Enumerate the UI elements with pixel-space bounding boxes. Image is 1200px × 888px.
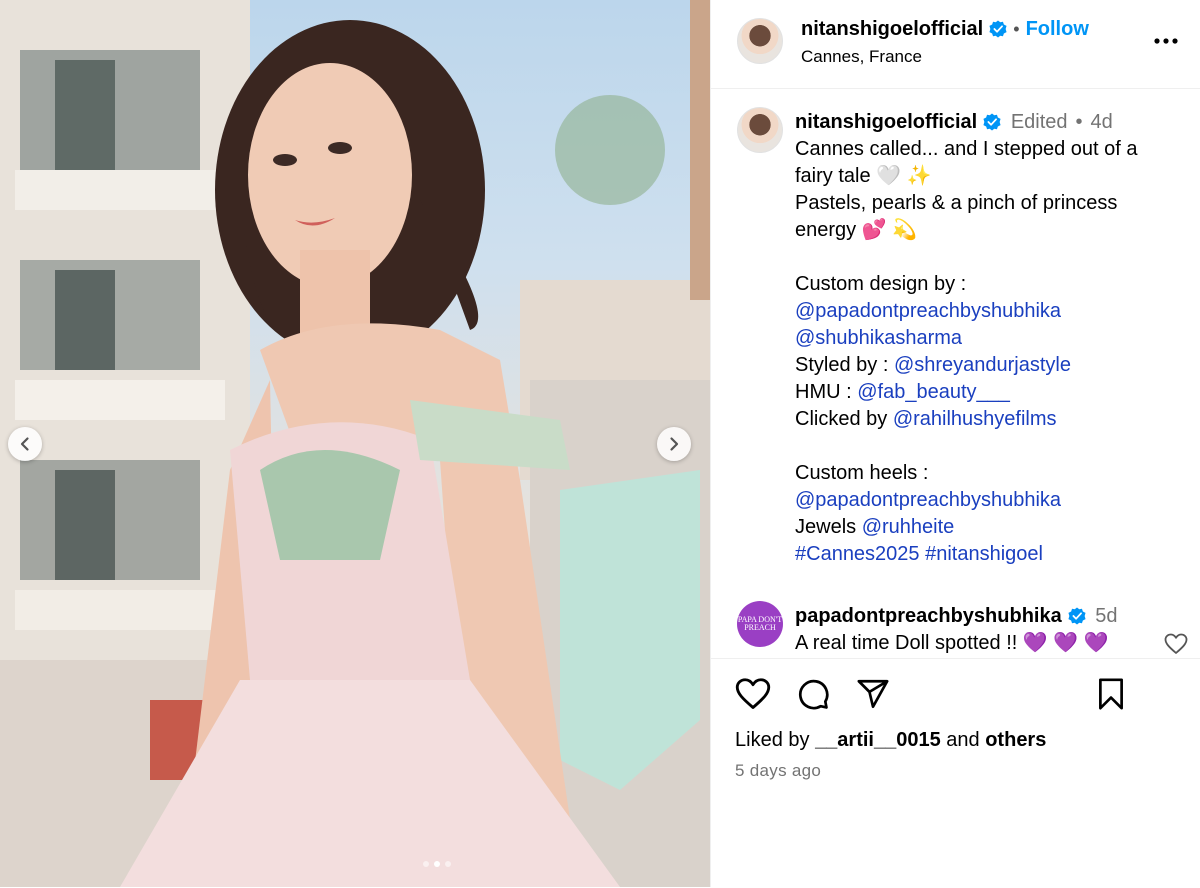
commenter-avatar-logo: PAPA DON'T PREACH	[737, 615, 783, 632]
liked-by-prefix: Liked by	[735, 729, 816, 751]
caption-mention-link[interactable]: @rahilhushyefilms	[893, 408, 1057, 430]
caption-credit-label: Jewels	[795, 516, 862, 538]
caption-credit-line: Jewels @ruhheite	[795, 514, 1175, 541]
caption-separator: •	[1075, 111, 1083, 133]
carousel-indicator	[423, 861, 451, 867]
follow-button[interactable]: Follow	[1026, 18, 1089, 40]
chevron-left-icon	[20, 437, 29, 451]
share-icon[interactable]	[855, 677, 891, 711]
caption-body: nitanshigoelofficial Edited • 4d Cannes ca…	[795, 109, 1175, 568]
caption-link-line: #Cannes2025 #nitanshigoel	[795, 541, 1175, 568]
comment: papadontpreachbyshubhika 5d A real time …	[795, 603, 1175, 657]
caption-header: nitanshigoelofficial Edited • 4d	[795, 109, 1175, 136]
post-location[interactable]: Cannes, France	[801, 47, 922, 67]
caption-mention-link[interactable]: @shreyandurjastyle	[894, 354, 1071, 376]
more-icon[interactable]	[1153, 28, 1179, 54]
post-details-panel: nitanshigoelofficial • Follow Cannes, Fran…	[710, 0, 1200, 887]
previous-slide-button[interactable]	[8, 427, 42, 461]
caption-credit-label: Clicked by	[795, 408, 893, 430]
caption-credit-label: Styled by :	[795, 354, 894, 376]
author-username[interactable]: nitanshigoelofficial	[801, 18, 983, 40]
carousel-dot	[434, 861, 440, 867]
caption-age[interactable]: 4d	[1091, 111, 1113, 133]
caption-link-line: @shubhikasharma	[795, 325, 1175, 352]
post-timestamp[interactable]: 5 days ago	[735, 761, 821, 781]
verified-badge-icon	[989, 20, 1007, 38]
caption-link[interactable]: @papadontpreachbyshubhika	[795, 300, 1061, 322]
caption-link[interactable]: @papadontpreachbyshubhika	[795, 489, 1061, 511]
caption-line: Custom heels :	[795, 462, 929, 484]
caption-text: Cannes called... and I stepped out of a f…	[795, 136, 1175, 568]
header-separator: •	[1013, 19, 1020, 39]
save-icon[interactable]	[1094, 677, 1128, 711]
caption-link[interactable]: @shubhikasharma	[795, 327, 962, 349]
header-author-row: nitanshigoelofficial • Follow	[801, 18, 1089, 41]
caption-line: Cannes called... and I stepped out of a	[795, 138, 1138, 160]
post-header: nitanshigoelofficial • Follow Cannes, Fran…	[711, 0, 1200, 89]
caption-username[interactable]: nitanshigoelofficial	[795, 111, 977, 133]
caption-line: fairy tale 🤍 ✨	[795, 165, 932, 187]
carousel-dot	[423, 861, 429, 867]
caption-link[interactable]: #Cannes2025 #nitanshigoel	[795, 543, 1043, 565]
caption-avatar[interactable]	[737, 107, 783, 153]
comment-like-heart-icon[interactable]	[1164, 633, 1188, 655]
commenter-username[interactable]: papadontpreachbyshubhika	[795, 605, 1062, 627]
heart-icon[interactable]	[735, 677, 771, 711]
likes-summary: Liked by __artii__0015 and others	[735, 729, 1046, 752]
commenter-avatar[interactable]: PAPA DON'T PREACH	[737, 601, 783, 647]
liked-by-user[interactable]: __artii__0015	[815, 729, 941, 751]
post-photo[interactable]	[0, 0, 710, 887]
liked-by-others[interactable]: others	[985, 729, 1046, 751]
carousel-dot	[445, 861, 451, 867]
post-actions: Liked by __artii__0015 and others 5 days…	[711, 658, 1200, 888]
caption-credit-label: HMU :	[795, 381, 858, 403]
comment-icon[interactable]	[795, 677, 831, 711]
photo-scene	[0, 0, 710, 887]
chevron-right-icon	[670, 437, 679, 451]
next-slide-button[interactable]	[657, 427, 691, 461]
comment-text: A real time Doll spotted !! 💜 💜 💜	[795, 632, 1109, 654]
author-avatar[interactable]	[737, 18, 783, 64]
caption-credit-line: Clicked by @rahilhushyefilms	[795, 406, 1175, 433]
liked-by-mid: and	[940, 729, 986, 751]
comment-age[interactable]: 5d	[1095, 605, 1117, 627]
edited-label: Edited	[1010, 111, 1068, 133]
caption-line: Pastels, pearls & a pinch of princess	[795, 192, 1118, 214]
verified-badge-icon	[983, 113, 1001, 131]
caption-mention-link[interactable]: @fab_beauty___	[857, 381, 1010, 403]
caption-section: nitanshigoelofficial Edited • 4d Cannes ca…	[711, 89, 1200, 659]
verified-badge-icon	[1068, 607, 1086, 625]
caption-credit-line: HMU : @fab_beauty___	[795, 379, 1175, 406]
caption-line: energy 💕 💫	[795, 219, 918, 241]
caption-line: Custom design by :	[795, 273, 967, 295]
caption-mention-link[interactable]: @ruhheite	[862, 516, 955, 538]
caption-link-line: @papadontpreachbyshubhika	[795, 298, 1175, 325]
caption-credit-line: Styled by : @shreyandurjastyle	[795, 352, 1175, 379]
caption-link-line: @papadontpreachbyshubhika	[795, 487, 1175, 514]
